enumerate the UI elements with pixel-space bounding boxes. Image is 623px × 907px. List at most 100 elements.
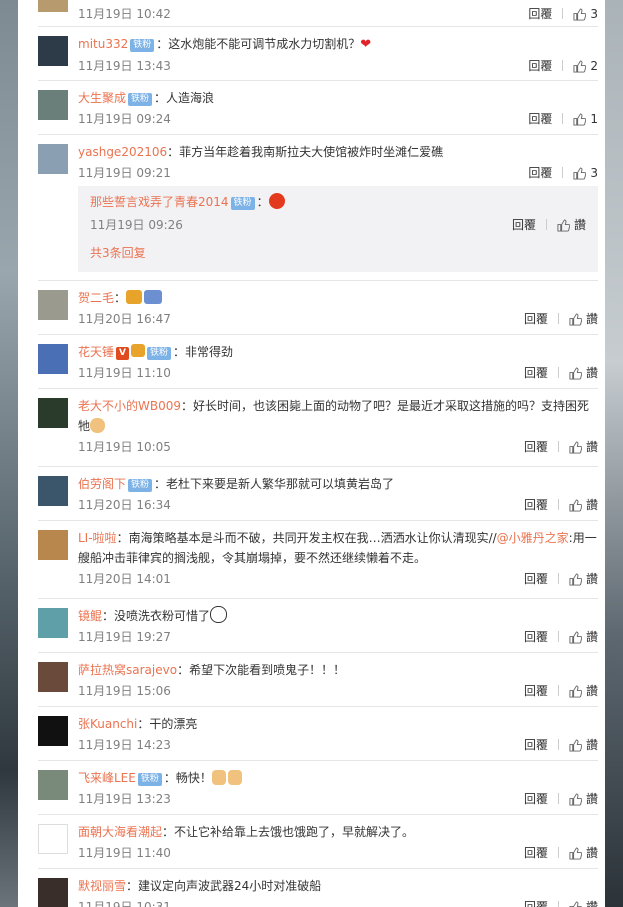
avatar[interactable] <box>38 36 68 66</box>
avatar[interactable] <box>38 144 68 174</box>
reply-button[interactable]: 回覆 <box>524 498 548 512</box>
username[interactable]: LI-啦啦 <box>78 531 117 545</box>
comment-meta: 11月19日 10:31 回覆 讚 <box>78 896 598 907</box>
avatar[interactable] <box>38 90 68 120</box>
comment-time: 11月19日 09:21 <box>78 166 171 180</box>
comment-actions: 回覆 3 <box>528 3 598 25</box>
like-button[interactable]: 讚 <box>557 218 586 232</box>
like-button[interactable]: 2 <box>573 59 598 73</box>
fan-badge[interactable]: 铁粉 <box>137 773 162 786</box>
like-button[interactable]: 讚 <box>569 498 598 512</box>
like-button[interactable]: 1 <box>573 112 598 126</box>
username[interactable]: mitu332 <box>78 37 128 51</box>
reply-button[interactable]: 回覆 <box>524 738 548 752</box>
like-button[interactable]: 讚 <box>569 312 598 326</box>
username[interactable]: 大生聚成 <box>78 91 126 105</box>
comment-body: ： <box>114 291 127 305</box>
like-button[interactable]: 讚 <box>569 846 598 860</box>
thumbs-emoji <box>211 770 226 785</box>
reply-button[interactable]: 回覆 <box>524 846 548 860</box>
comment-item: 镜鲲：没喷洗衣粉可惜了 11月19日 19:27 回覆 讚 <box>38 599 598 653</box>
reply-button[interactable]: 回覆 <box>528 112 552 126</box>
more-replies-link[interactable]: 共3条回复 <box>90 242 586 264</box>
divider <box>557 685 559 696</box>
username[interactable]: 飞来峰LEE <box>78 771 136 785</box>
comment-item: 张Kuanchi：干的漂亮 11月19日 14:23 回覆 讚 <box>38 707 598 761</box>
username[interactable]: 伯劳阁下 <box>78 477 126 491</box>
like-button[interactable]: 讚 <box>569 366 598 380</box>
comment-meta: 11月19日 10:42 回覆 3 <box>78 3 598 25</box>
username[interactable]: 镜鲲 <box>78 609 102 623</box>
reply-button[interactable]: 回覆 <box>524 366 548 380</box>
like-button[interactable]: 讚 <box>569 738 598 752</box>
fan-badge[interactable]: 铁粉 <box>230 197 255 210</box>
comment-actions: 回覆 讚 <box>524 734 598 756</box>
fan-badge[interactable]: 铁粉 <box>128 93 153 106</box>
vip-badge[interactable]: V <box>116 347 130 360</box>
comment-actions: 回覆 2 <box>528 55 598 77</box>
like-button[interactable]: 讚 <box>569 440 598 454</box>
comment-text: 张Kuanchi：干的漂亮 <box>78 714 598 734</box>
mention-link[interactable]: @小雅丹之家 <box>497 531 569 545</box>
like-button[interactable]: 讚 <box>569 684 598 698</box>
avatar[interactable] <box>38 716 68 746</box>
avatar[interactable] <box>38 770 68 800</box>
username[interactable]: 张Kuanchi <box>78 717 137 731</box>
thumbs-up-icon <box>569 793 582 806</box>
reply-button[interactable]: 回覆 <box>524 312 548 326</box>
reply-button[interactable]: 回覆 <box>524 684 548 698</box>
comment-meta: 11月19日 11:10 回覆 讚 <box>78 362 598 384</box>
reply-button[interactable]: 回覆 <box>524 630 548 644</box>
username[interactable]: 花天锤 <box>78 345 114 359</box>
reply-button[interactable]: 回覆 <box>528 7 552 21</box>
username[interactable]: 萨拉热窝sarajevo <box>78 663 177 677</box>
reply-button[interactable]: 回覆 <box>524 900 548 907</box>
like-button[interactable]: 3 <box>573 166 598 180</box>
comment-text: 镜鲲：没喷洗衣粉可惜了 <box>78 606 598 626</box>
thumbs-up-icon <box>573 60 587 73</box>
username[interactable]: 默视丽雪 <box>78 879 126 893</box>
avatar[interactable] <box>38 290 68 320</box>
avatar[interactable] <box>38 824 68 854</box>
reply-button[interactable]: 回覆 <box>528 59 552 73</box>
avatar[interactable] <box>38 530 68 560</box>
fist-emoji <box>90 418 106 433</box>
avatar[interactable] <box>38 0 68 12</box>
comment-item: 萨拉热窝sarajevo：希望下次能看到喷鬼子！！！ 11月19日 15:06 回覆… <box>38 653 598 707</box>
avatar[interactable] <box>38 662 68 692</box>
comment-time: 11月19日 10:05 <box>78 440 171 454</box>
comment-actions: 回覆 讚 <box>524 896 598 907</box>
comment-meta: 11月19日 19:27 回覆 讚 <box>78 626 598 648</box>
username[interactable]: 贺二毛 <box>78 291 114 305</box>
fan-badge[interactable]: 铁粉 <box>147 347 172 360</box>
like-button[interactable]: 讚 <box>569 792 598 806</box>
like-button[interactable]: 讚 <box>569 572 598 586</box>
avatar[interactable] <box>38 608 68 638</box>
avatar[interactable] <box>38 398 68 428</box>
like-button[interactable]: 讚 <box>569 900 598 907</box>
avatar[interactable] <box>38 344 68 374</box>
reply-button[interactable]: 回覆 <box>524 572 548 586</box>
reply-button[interactable]: 回覆 <box>524 440 548 454</box>
thumbs-up-icon <box>569 313 582 326</box>
reply-button[interactable]: 回覆 <box>524 792 548 806</box>
reply-button[interactable]: 回覆 <box>512 218 536 232</box>
avatar[interactable] <box>38 878 68 907</box>
fan-badge[interactable]: 铁粉 <box>128 479 153 492</box>
comment-text: 老大不小的WB009：好长时间，也该困毙上面的动物了吧？是最近才采取这措施的吗？… <box>78 396 598 436</box>
like-count: 2 <box>590 59 598 73</box>
like-button[interactable]: 3 <box>573 7 598 21</box>
reply-button[interactable]: 回覆 <box>528 166 552 180</box>
comment-item: 伯劳阁下 铁粉 ：老杜下来要是新人繁华那就可以填黄岩岛了 11月20日 16:34 回覆… <box>38 467 598 521</box>
like-button[interactable]: 讚 <box>569 630 598 644</box>
comment-item: 大生聚成 铁粉 ：人造海浪 11月19日 09:24 回覆 1 <box>38 81 598 135</box>
reply-actions: 回覆 讚 <box>512 214 586 236</box>
fan-badge[interactable]: 铁粉 <box>130 39 155 52</box>
comment-item: 飞来峰LEE 铁粉 ：畅快！ 11月19日 13:23 回覆 讚 <box>38 761 598 815</box>
avatar[interactable] <box>38 476 68 506</box>
username[interactable]: 老大不小的WB009 <box>78 399 181 413</box>
username[interactable]: yashge202106 <box>78 145 167 159</box>
comment-body: ：干的漂亮 <box>137 717 198 731</box>
username[interactable]: 那些誓言戏弄了青春2014 <box>90 195 229 209</box>
username[interactable]: 面朝大海看潮起 <box>78 825 162 839</box>
